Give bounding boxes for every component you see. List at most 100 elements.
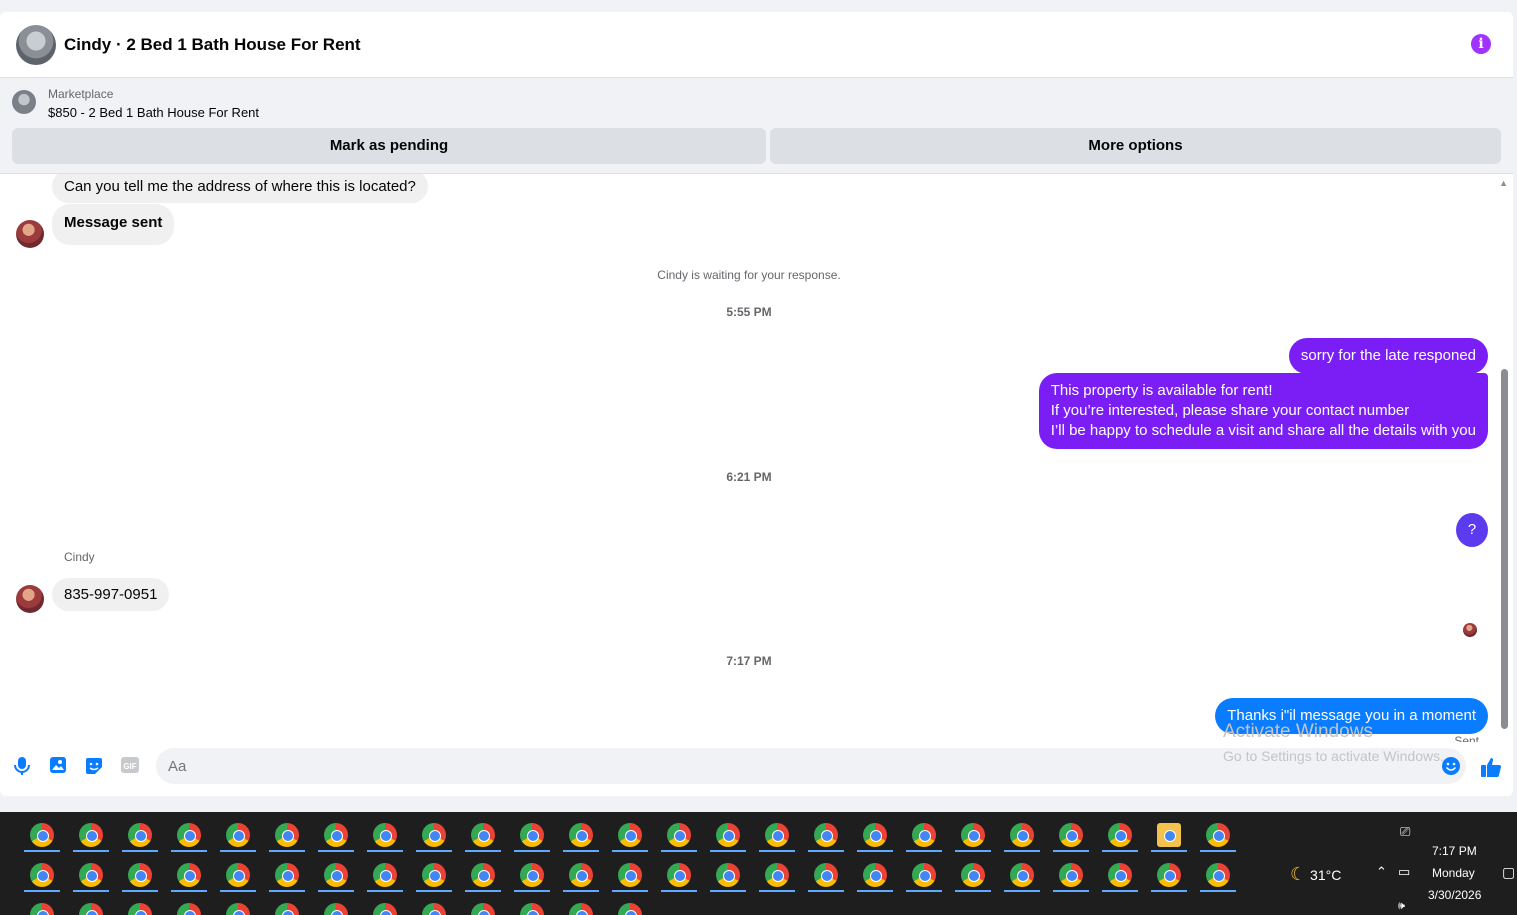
chrome-icon[interactable] (79, 863, 103, 887)
chrome-icon[interactable] (79, 903, 103, 915)
info-icon[interactable]: i (1471, 34, 1491, 54)
chrome-icon[interactable] (1108, 863, 1132, 887)
sender-avatar[interactable] (16, 585, 44, 613)
scroll-down-arrow[interactable]: ▼ (1499, 720, 1508, 730)
chrome-icon[interactable] (618, 863, 642, 887)
mark-as-pending-button[interactable]: Mark as pending (12, 128, 766, 164)
sender-avatar[interactable] (16, 220, 44, 248)
scroll-up-arrow[interactable]: ▲ (1499, 178, 1508, 188)
message-thread[interactable]: Can you tell me the address of where thi… (0, 174, 1513, 742)
message-outgoing-multiline[interactable]: This property is available for rent! If … (1038, 373, 1488, 449)
chrome-icon[interactable] (275, 863, 299, 887)
clock-date[interactable]: 3/30/2026 (1428, 888, 1481, 902)
chrome-icon[interactable] (1157, 863, 1181, 887)
chrome-icon[interactable] (569, 903, 593, 915)
message-outgoing[interactable]: sorry for the late responed (1288, 338, 1488, 374)
chrome-icon[interactable] (912, 823, 936, 847)
chrome-icon[interactable] (30, 863, 54, 887)
chrome-icon[interactable] (128, 823, 152, 847)
chrome-icon[interactable] (177, 823, 201, 847)
chrome-icon[interactable] (1010, 863, 1034, 887)
sticker-icon[interactable] (84, 756, 104, 776)
gif-icon[interactable]: GIF (120, 756, 140, 776)
chrome-icon[interactable] (814, 823, 838, 847)
chrome-icon[interactable] (1010, 823, 1034, 847)
chrome-icon[interactable] (422, 863, 446, 887)
image-icon[interactable] (48, 756, 68, 776)
chrome-icon[interactable] (520, 863, 544, 887)
notification-icon[interactable]: ▢ (1502, 864, 1515, 881)
camera-icon[interactable]: ⎚ (1400, 824, 1410, 840)
scrollbar-thumb[interactable] (1501, 369, 1508, 729)
listing-title[interactable]: $850 - 2 Bed 1 Bath House For Rent (48, 105, 259, 120)
chrome-icon[interactable] (618, 903, 642, 915)
chrome-icon[interactable] (618, 823, 642, 847)
clock-time[interactable]: 7:17 PM (1432, 844, 1477, 858)
taskbar-running-indicator (857, 890, 893, 892)
weather-widget[interactable]: ☾ 31°C (1290, 864, 1341, 885)
chrome-icon[interactable] (961, 823, 985, 847)
chrome-icon[interactable] (275, 823, 299, 847)
chrome-icon[interactable] (30, 823, 54, 847)
folder-icon[interactable] (1157, 823, 1181, 847)
chrome-icon[interactable] (520, 903, 544, 915)
chrome-icon[interactable] (422, 903, 446, 915)
chrome-icon[interactable] (667, 823, 691, 847)
message-incoming[interactable]: 835-997-0951 (52, 578, 170, 611)
chrome-icon[interactable] (1206, 863, 1230, 887)
chrome-icon[interactable] (863, 863, 887, 887)
like-icon[interactable] (1480, 756, 1502, 777)
contact-avatar[interactable] (16, 24, 56, 65)
chrome-icon[interactable] (569, 823, 593, 847)
chrome-icon[interactable] (275, 903, 299, 915)
chrome-icon[interactable] (324, 903, 348, 915)
chrome-icon[interactable] (471, 903, 495, 915)
emoji-icon[interactable] (1441, 756, 1461, 776)
chrome-icon[interactable] (373, 823, 397, 847)
chrome-icon[interactable] (1059, 823, 1083, 847)
timestamp: 7:17 PM (726, 654, 772, 668)
chrome-icon[interactable] (765, 823, 789, 847)
chrome-icon[interactable] (471, 863, 495, 887)
listing-thumbnail[interactable] (12, 90, 36, 114)
chrome-icon[interactable] (1206, 823, 1230, 847)
taskbar-running-indicator (710, 850, 746, 852)
chrome-icon[interactable] (912, 863, 936, 887)
chrome-icon[interactable] (324, 863, 348, 887)
chrome-icon[interactable] (177, 903, 201, 915)
chrome-icon[interactable] (814, 863, 838, 887)
chrome-icon[interactable] (177, 863, 201, 887)
chrome-icon[interactable] (324, 823, 348, 847)
chrome-icon[interactable] (961, 863, 985, 887)
chrome-icon[interactable] (1059, 863, 1083, 887)
chrome-icon[interactable] (128, 903, 152, 915)
chrome-icon[interactable] (716, 823, 740, 847)
chrome-icon[interactable] (863, 823, 887, 847)
message-incoming[interactable]: Message sent (52, 204, 175, 245)
chrome-icon[interactable] (667, 863, 691, 887)
chrome-icon[interactable] (422, 823, 446, 847)
network-icon[interactable]: ▭ (1398, 864, 1410, 880)
chrome-icon[interactable] (226, 903, 250, 915)
chrome-icon[interactable] (471, 823, 495, 847)
chrome-icon[interactable] (226, 823, 250, 847)
mic-icon[interactable] (12, 756, 32, 776)
speaker-icon[interactable]: 🕪 (1398, 900, 1405, 913)
chrome-icon[interactable] (79, 823, 103, 847)
chevron-up-icon[interactable]: ⌃ (1376, 864, 1387, 880)
chrome-icon[interactable] (569, 863, 593, 887)
message-outgoing[interactable]: ? (1456, 513, 1488, 547)
message-incoming[interactable]: Can you tell me the address of where thi… (52, 174, 428, 203)
chrome-icon[interactable] (128, 863, 152, 887)
chrome-icon[interactable] (226, 863, 250, 887)
chrome-icon[interactable] (30, 903, 54, 915)
conversation-title[interactable]: Cindy · 2 Bed 1 Bath House For Rent (64, 35, 361, 55)
chrome-icon[interactable] (1108, 823, 1132, 847)
chrome-icon[interactable] (373, 863, 397, 887)
chrome-icon[interactable] (765, 863, 789, 887)
more-options-button[interactable]: More options (770, 128, 1501, 164)
chrome-icon[interactable] (520, 823, 544, 847)
chrome-icon[interactable] (716, 863, 740, 887)
chrome-icon[interactable] (373, 903, 397, 915)
clock-day[interactable]: Monday (1432, 866, 1475, 880)
